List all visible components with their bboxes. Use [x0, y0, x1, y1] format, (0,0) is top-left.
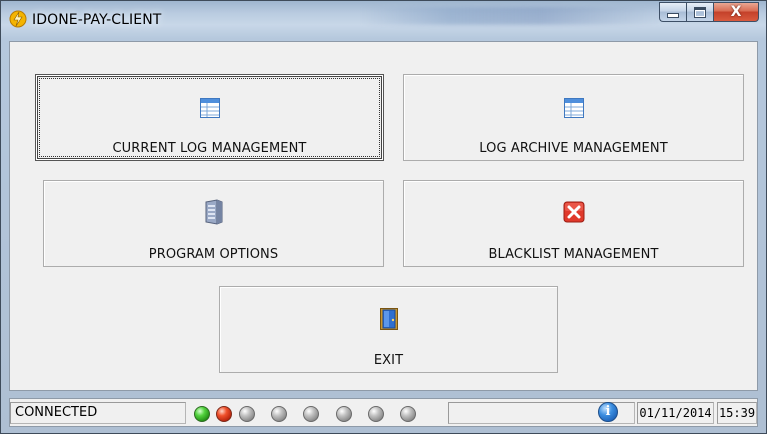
blacklist-management-label: BLACKLIST MANAGEMENT: [488, 247, 659, 262]
table-icon: [563, 98, 584, 118]
server-icon: [205, 199, 222, 225]
title-bar[interactable]: IDONE-PAY-CLIENT X: [1, 1, 766, 41]
status-bar: CONNECTED i 01/11/2014 15:39: [9, 398, 758, 427]
indicator-led-5: [303, 406, 319, 422]
program-options-label: PROGRAM OPTIONS: [148, 247, 279, 262]
indicator-led-3: [239, 406, 255, 422]
log-archive-management-button[interactable]: LOG ARCHIVE MANAGEMENT: [403, 74, 744, 161]
app-lightning-icon: [9, 10, 27, 28]
window-controls: X: [659, 2, 759, 22]
app-window: IDONE-PAY-CLIENT X CURRENT LOG MANAGEMEN…: [0, 0, 767, 434]
log-archive-management-label: LOG ARCHIVE MANAGEMENT: [479, 141, 668, 156]
exit-label: EXIT: [373, 353, 404, 368]
window-title: IDONE-PAY-CLIENT: [32, 12, 162, 28]
exit-button[interactable]: EXIT: [219, 286, 558, 373]
program-options-button[interactable]: PROGRAM OPTIONS: [43, 180, 384, 267]
indicator-led-6: [336, 406, 352, 422]
indicator-led-4: [271, 406, 287, 422]
connection-status: CONNECTED: [10, 402, 186, 424]
info-icon[interactable]: i: [598, 402, 618, 422]
close-button[interactable]: X: [713, 2, 759, 22]
indicator-led-8: [400, 406, 416, 422]
red-x-icon: [563, 201, 584, 223]
status-time: 15:39: [717, 402, 757, 424]
blacklist-management-button[interactable]: BLACKLIST MANAGEMENT: [403, 180, 744, 267]
current-log-management-label: CURRENT LOG MANAGEMENT: [112, 141, 307, 156]
indicator-panel: [189, 402, 449, 424]
current-log-management-button[interactable]: CURRENT LOG MANAGEMENT: [35, 74, 384, 161]
indicator-led-7: [368, 406, 384, 422]
title-bar-glare: [361, 7, 661, 25]
minimize-button[interactable]: [659, 2, 686, 22]
minimize-icon: [667, 13, 679, 18]
indicator-led-1: [194, 406, 210, 422]
status-date: 01/11/2014: [637, 402, 714, 424]
main-panel: CURRENT LOG MANAGEMENT LOG ARCHIVE MANAG…: [9, 41, 758, 391]
maximize-icon: [694, 6, 706, 18]
table-icon: [199, 98, 220, 118]
door-icon: [379, 308, 398, 330]
close-icon: X: [730, 4, 742, 20]
maximize-button[interactable]: [686, 2, 713, 22]
indicator-led-2: [216, 406, 232, 422]
